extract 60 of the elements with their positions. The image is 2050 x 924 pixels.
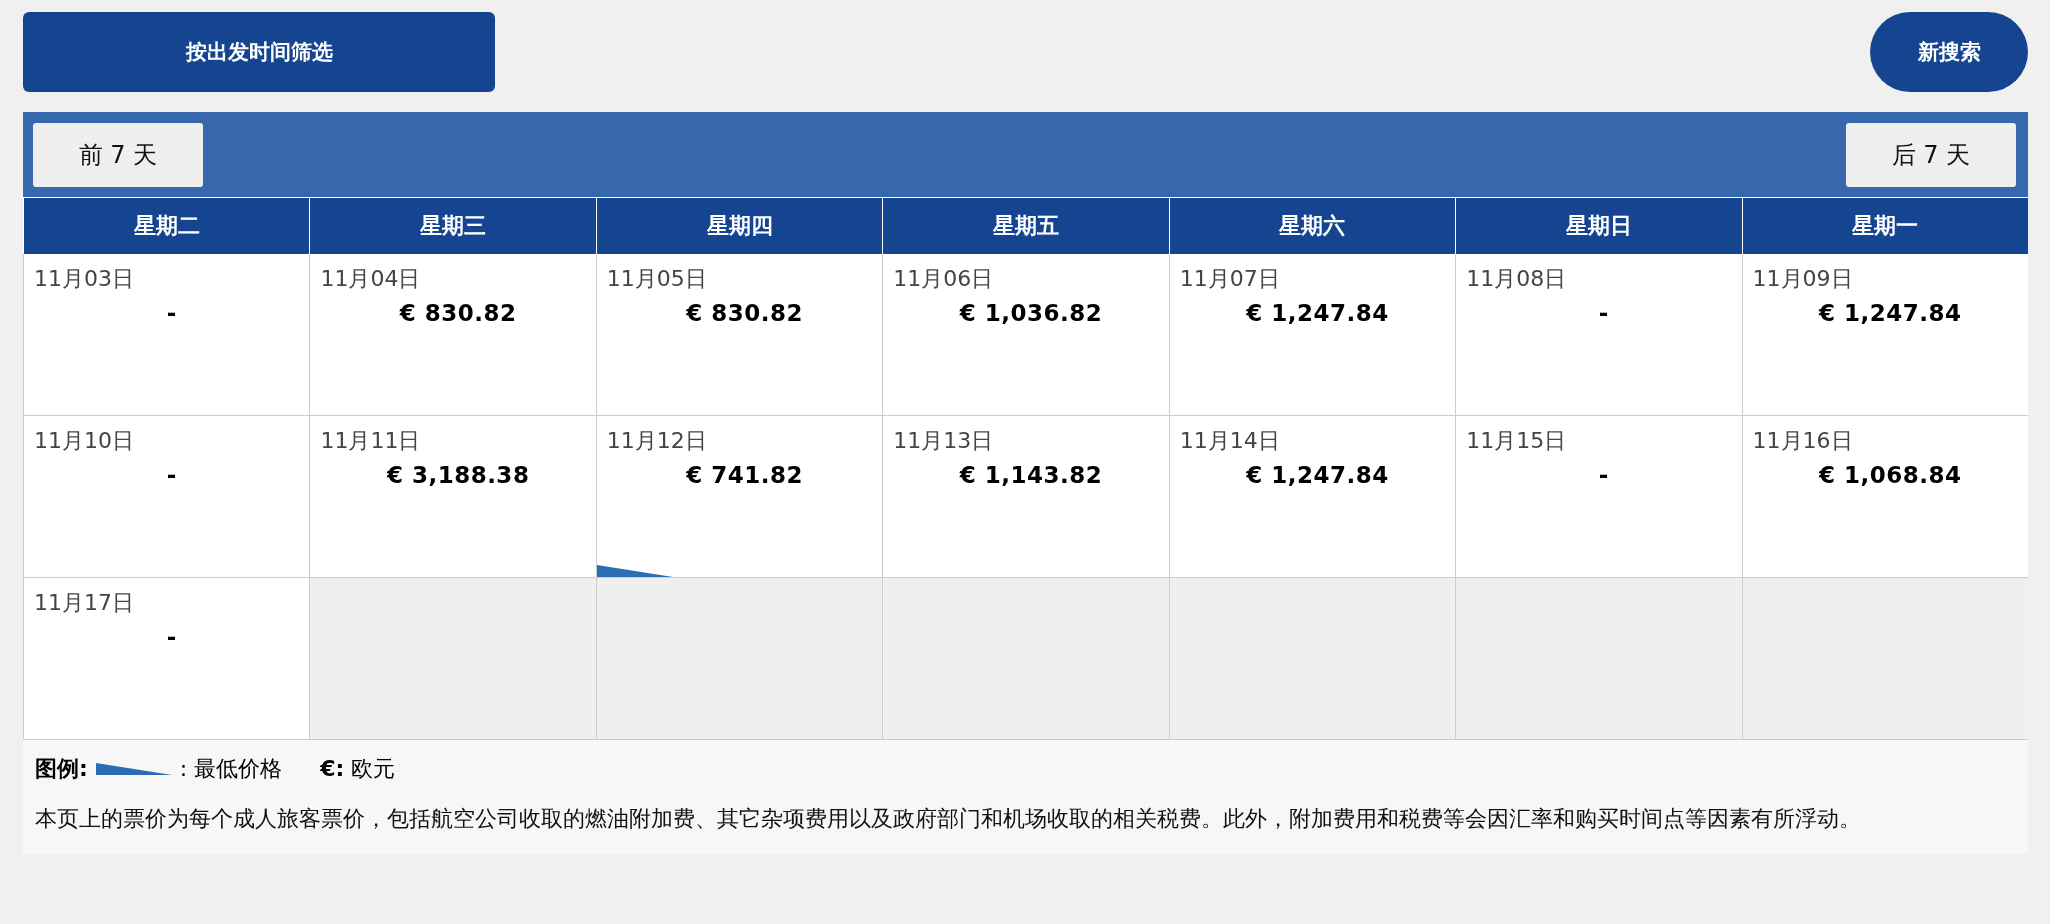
- calendar-day-cell[interactable]: 11月12日 € 741.82: [595, 416, 883, 578]
- day-price: -: [166, 462, 177, 488]
- day-date: 11月11日: [320, 427, 421, 455]
- weekday-header: 星期一: [1741, 198, 2028, 254]
- filter-by-departure-time-button[interactable]: 按出发时间筛选: [23, 12, 495, 92]
- weekday-header: 星期二: [23, 198, 310, 254]
- calendar-day-cell[interactable]: 11月17日 -: [23, 578, 310, 740]
- next-week-button[interactable]: 后 7 天: [1846, 122, 2016, 187]
- legend-title: 图例:: [35, 755, 88, 783]
- day-price: € 1,143.82: [959, 462, 1103, 488]
- calendar-day-cell[interactable]: 11月16日 € 1,068.84: [1741, 416, 2028, 578]
- weekday-header: 星期日: [1455, 198, 1742, 254]
- day-price: € 830.82: [686, 300, 803, 326]
- day-date: 11月06日: [893, 265, 994, 293]
- day-date: 11月17日: [34, 589, 134, 617]
- day-date: 11月05日: [606, 265, 707, 293]
- day-date: 11月09日: [1752, 265, 1853, 293]
- day-date: 11月12日: [606, 427, 707, 455]
- fare-note: 本页上的票价为每个成人旅客票价，包括航空公司收取的燃油附加费、其它杂项费用以及政府部门和机场收取的相关税费。此外，附加费用和税费等会因汇率和购买时间点等因素有所浮动。: [35, 805, 1862, 833]
- previous-week-button[interactable]: 前 7 天: [33, 122, 203, 187]
- weekday-header: 星期四: [595, 198, 883, 254]
- day-date: 11月07日: [1179, 265, 1280, 293]
- calendar-day-cell[interactable]: 11月05日 € 830.82: [595, 254, 883, 416]
- legend-lowest-price-label: : 最低价格: [179, 755, 283, 783]
- day-price: € 1,068.84: [1819, 462, 1962, 488]
- calendar-day-cell[interactable]: 11月07日 € 1,247.84: [1168, 254, 1456, 416]
- calendar-day-cell[interactable]: 11月09日 € 1,247.84: [1741, 254, 2028, 416]
- day-price: -: [166, 300, 177, 326]
- day-price: € 1,247.84: [1246, 300, 1389, 326]
- weekday-header: 星期六: [1168, 198, 1456, 254]
- day-date: 11月08日: [1466, 265, 1567, 293]
- day-price: -: [1598, 300, 1609, 326]
- day-date: 11月13日: [893, 427, 994, 455]
- day-date: 11月04日: [320, 265, 421, 293]
- weekday-header: 星期五: [882, 198, 1169, 254]
- calendar-day-cell[interactable]: 11月08日 -: [1455, 254, 1742, 416]
- day-price: € 741.82: [686, 462, 803, 488]
- day-date: 11月14日: [1179, 427, 1280, 455]
- calendar-day-cell[interactable]: 11月14日 € 1,247.84: [1168, 416, 1456, 578]
- calendar-day-cell[interactable]: 11月06日 € 1,036.82: [882, 254, 1169, 416]
- legend-currency-label: €: 欧元: [320, 755, 396, 783]
- calendar-day-cell[interactable]: 11月10日 -: [23, 416, 310, 578]
- day-date: 11月16日: [1752, 427, 1853, 455]
- day-date: 11月03日: [34, 265, 134, 293]
- calendar-day-cell[interactable]: 11月04日 € 830.82: [309, 254, 596, 416]
- calendar-day-cell[interactable]: 11月13日 € 1,143.82: [882, 416, 1169, 578]
- new-search-button[interactable]: 新搜索: [1870, 12, 2028, 92]
- day-price: € 3,188.38: [386, 462, 530, 488]
- day-price: € 1,036.82: [959, 300, 1103, 326]
- day-price: € 1,247.84: [1819, 300, 1962, 326]
- day-date: 11月10日: [34, 427, 134, 455]
- day-price: € 830.82: [399, 300, 517, 326]
- calendar-day-cell[interactable]: 11月03日 -: [23, 254, 310, 416]
- weekday-header: 星期三: [309, 198, 596, 254]
- calendar-day-cell[interactable]: 11月11日 € 3,188.38: [309, 416, 596, 578]
- day-date: 11月15日: [1466, 427, 1567, 455]
- day-price: -: [1598, 462, 1609, 488]
- day-price: -: [166, 624, 177, 650]
- calendar-day-cell[interactable]: 11月15日 -: [1455, 416, 1742, 578]
- day-price: € 1,247.84: [1246, 462, 1389, 488]
